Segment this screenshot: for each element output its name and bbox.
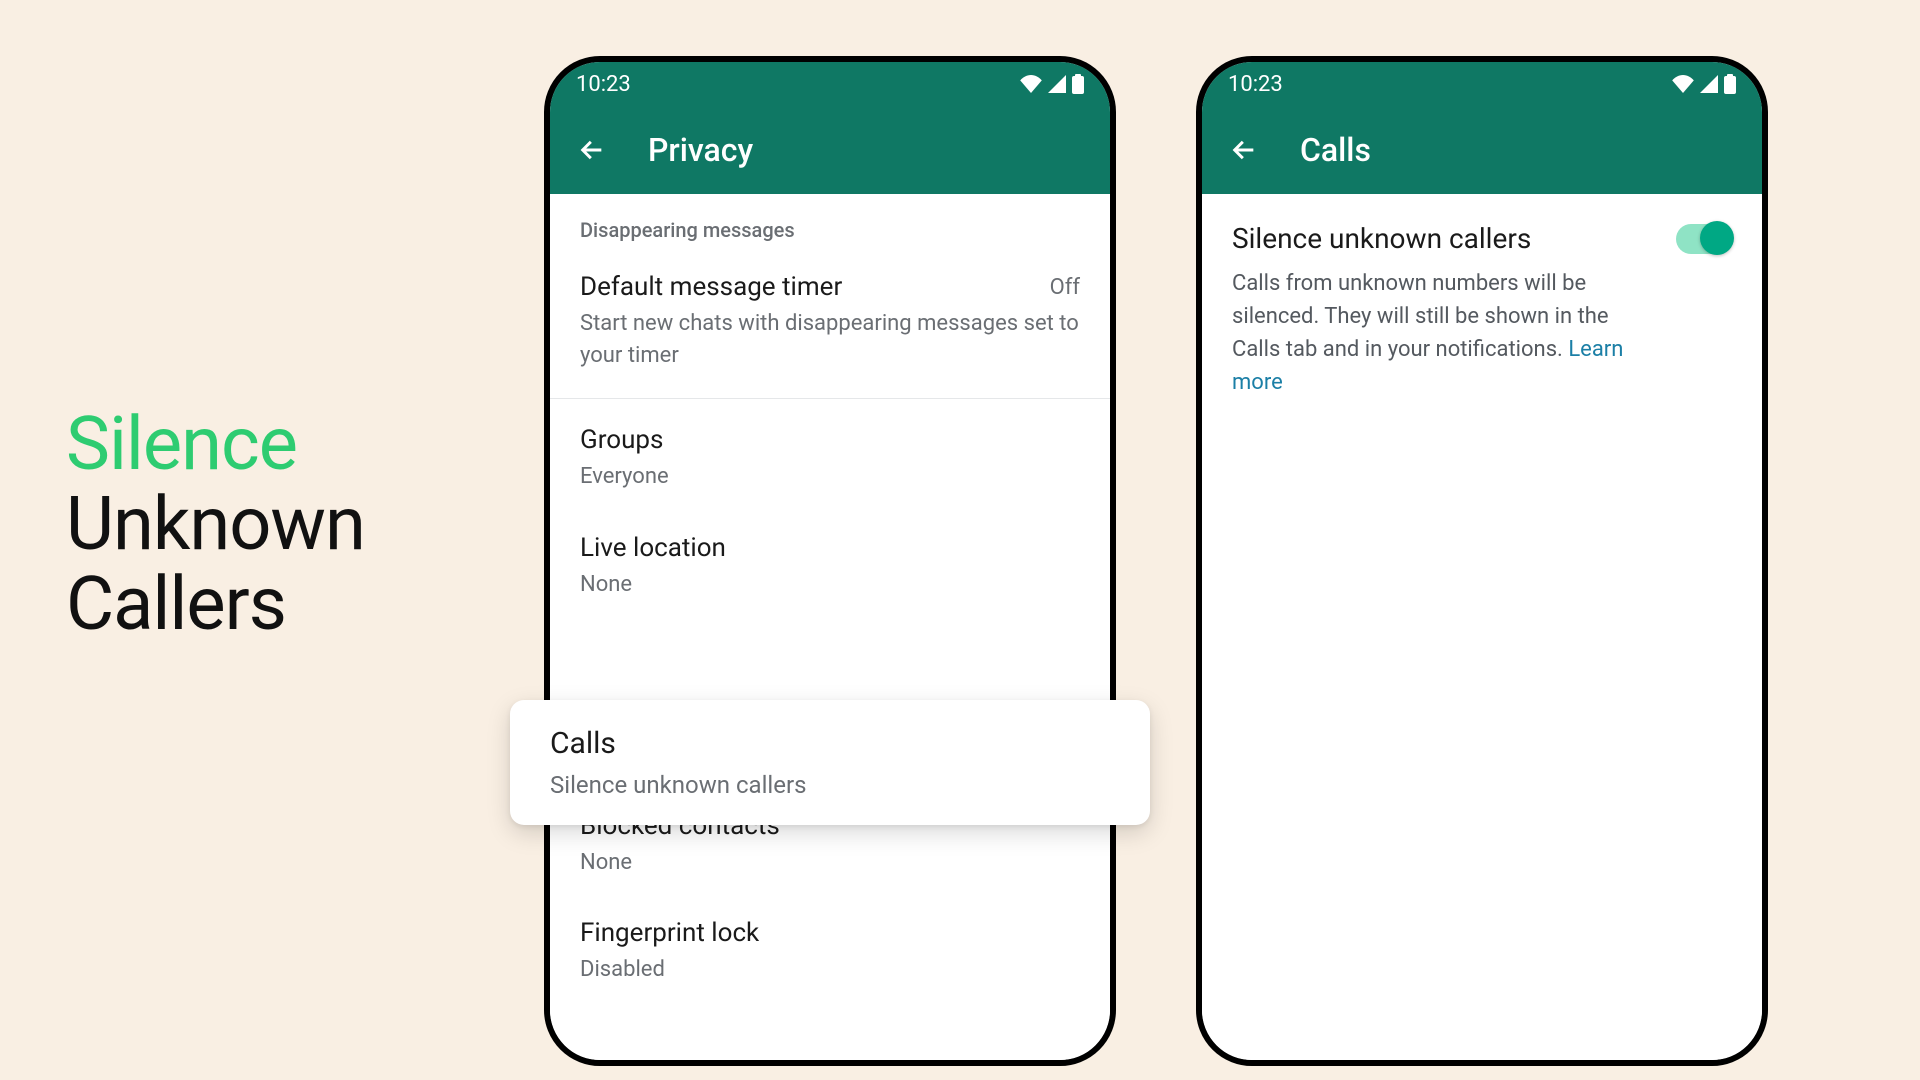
groups-subtitle: Everyone [580,461,1080,493]
back-button[interactable] [1222,128,1266,172]
default-timer-title: Default message timer [580,272,842,302]
hero-line-3: Callers [66,565,365,645]
app-bar-title: Privacy [648,131,753,169]
live-location-title: Live location [580,533,1080,563]
setting-live-location[interactable]: Live location None [550,513,1110,621]
default-timer-value: Off [1050,275,1080,300]
default-timer-subtitle: Start new chats with disappearing messag… [580,308,1080,372]
arrow-left-icon [578,136,606,164]
blocked-subtitle: None [580,847,1080,879]
silence-desc-text: Calls from unknown numbers will be silen… [1232,271,1609,362]
divider [550,398,1110,399]
calls-card-subtitle: Silence unknown callers [550,771,1120,799]
setting-groups[interactable]: Groups Everyone [550,405,1110,513]
app-bar-privacy: Privacy [550,106,1110,194]
phone-privacy: 10:23 Privacy Disappearing messages Defa… [544,56,1116,1066]
calls-content: Silence unknown callers Calls from unkno… [1202,194,1762,1060]
silence-toggle[interactable] [1676,224,1732,254]
back-button[interactable] [570,128,614,172]
fingerprint-title: Fingerprint lock [580,918,1080,948]
privacy-content: Disappearing messages Default message ti… [550,194,1110,1060]
section-header-disappearing: Disappearing messages [550,194,1110,252]
setting-silence-unknown-callers[interactable]: Silence unknown callers Calls from unkno… [1202,194,1762,405]
groups-title: Groups [580,425,1080,455]
setting-fingerprint-lock[interactable]: Fingerprint lock Disabled [550,898,1110,1006]
arrow-left-icon [1230,136,1258,164]
status-bar: 10:23 [1202,62,1762,106]
silence-title: Silence unknown callers [1232,222,1658,255]
status-time: 10:23 [1228,72,1283,97]
battery-icon [1724,74,1736,94]
battery-icon [1072,74,1084,94]
status-bar: 10:23 [550,62,1110,106]
toggle-thumb [1700,221,1734,255]
silence-description: Calls from unknown numbers will be silen… [1232,267,1658,399]
status-icons [1672,74,1736,94]
live-location-subtitle: None [580,569,1080,601]
fingerprint-subtitle: Disabled [580,954,1080,986]
silence-setting-text: Silence unknown callers Calls from unkno… [1232,222,1658,399]
status-icons [1020,74,1084,94]
app-bar-calls: Calls [1202,106,1762,194]
signal-icon [1700,75,1718,93]
signal-icon [1048,75,1066,93]
app-bar-title: Calls [1300,131,1371,169]
wifi-icon [1020,75,1042,93]
hero-line-2: Unknown [66,485,365,565]
wifi-icon [1672,75,1694,93]
setting-default-message-timer[interactable]: Default message timer Off Start new chat… [550,252,1110,392]
hero-title: Silence Unknown Callers [66,405,365,645]
hero-accent: Silence [66,405,365,485]
status-time: 10:23 [576,72,631,97]
setting-calls-highlighted[interactable]: Calls Silence unknown callers [510,700,1150,825]
phone-calls: 10:23 Calls Silence unknown callers Call… [1196,56,1768,1066]
calls-card-title: Calls [550,726,1120,761]
